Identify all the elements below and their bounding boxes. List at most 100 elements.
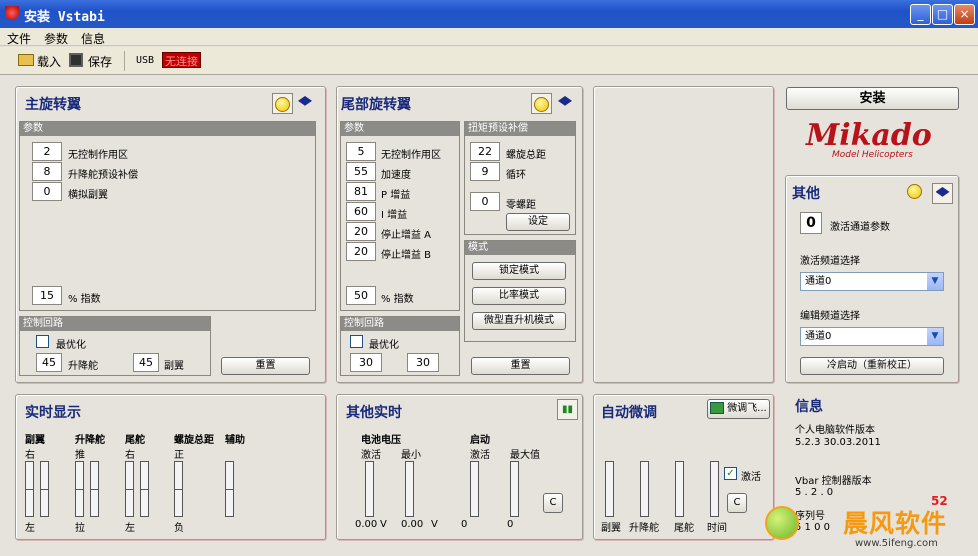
- tail-optimize-checkbox[interactable]: [350, 335, 363, 348]
- toolbar-divider: [124, 51, 125, 71]
- lock-mode-button[interactable]: 锁定模式: [472, 262, 566, 280]
- tail-param-3-value[interactable]: 60: [346, 202, 376, 221]
- startup-label: 启动: [470, 435, 490, 446]
- other-smiley-face: [907, 184, 922, 199]
- tail-smiley-button[interactable]: [531, 93, 552, 114]
- main-rotor-panel: 主旋转翼 参数 2 无控制作用区 8 升降舵预设补偿 0 横拟副翼 15 % 指…: [15, 86, 326, 383]
- other-graduation-button[interactable]: [932, 183, 953, 204]
- toolbar: 载入 保存 USB 无连接: [0, 47, 978, 75]
- pc-version-label: 个人电脑软件版本: [795, 425, 875, 436]
- rt-bar-elevator-1: [75, 461, 84, 517]
- at-label-3: 时间: [707, 523, 727, 534]
- menu-info[interactable]: 信息: [81, 30, 105, 47]
- orl-clear-button[interactable]: C: [543, 493, 563, 513]
- main-param-2-label: 横拟副翼: [68, 190, 108, 201]
- act-channel-select[interactable]: 通道0 ▼: [800, 272, 944, 291]
- tune-flight-button[interactable]: 微调飞...: [707, 399, 770, 419]
- main-reset-button[interactable]: 重置: [221, 357, 310, 375]
- rt-top-2: 右: [125, 450, 135, 461]
- rt-col-pitch: 螺旋总距: [174, 435, 214, 446]
- tail-params-group: 参数 5 无控制作用区 55 加速度 81 P 增益 60 I 增益 20 停止…: [340, 121, 460, 311]
- tail-param-1-value[interactable]: 55: [346, 162, 376, 181]
- rt-top-3: 正: [174, 450, 184, 461]
- main-expo-label: % 指数: [68, 294, 101, 305]
- menu-file[interactable]: 文件: [7, 30, 31, 47]
- rt-top-1: 推: [75, 450, 85, 461]
- main-optimize-checkbox[interactable]: [36, 335, 49, 348]
- info-title: 信息: [795, 399, 823, 415]
- tail-expo-value[interactable]: 50: [346, 286, 376, 305]
- rt-bottom-3: 负: [174, 523, 184, 534]
- orl-label-1: 最小: [401, 450, 421, 461]
- rt-bar-pitch: [174, 461, 183, 517]
- main-optimize-label: 最优化: [56, 340, 86, 351]
- menu-params[interactable]: 参数: [44, 30, 68, 47]
- rt-bottom-0: 左: [25, 523, 35, 534]
- main-rotor-title: 主旋转翼: [25, 97, 81, 113]
- autotune-activate-checkbox[interactable]: ✓: [724, 467, 737, 480]
- rate-mode-button[interactable]: 比率模式: [472, 287, 566, 305]
- watermark: 52 晨风软件 www.5ifeng.com: [765, 494, 977, 556]
- rt-col-aileron: 副翼: [25, 435, 45, 446]
- tail-param-5-value[interactable]: 20: [346, 242, 376, 261]
- torque-0-value[interactable]: 22: [470, 142, 500, 161]
- tail-reset-button[interactable]: 重置: [471, 357, 570, 375]
- rt-col-rudder: 尾舵: [125, 435, 145, 446]
- orl-label-3: 最大值: [510, 450, 540, 461]
- mikado-logo-subtext: Model Helicopters: [832, 150, 913, 160]
- install-button[interactable]: 安装: [786, 87, 959, 110]
- orl-value-3: 0: [507, 519, 514, 530]
- torque-setup-button[interactable]: 设定: [506, 213, 570, 231]
- orl-bar-3: [510, 461, 519, 517]
- chevron-down-icon[interactable]: ▼: [927, 273, 943, 290]
- tail-param-5-label: 停止增益 B: [381, 250, 432, 261]
- main-param-2-value[interactable]: 0: [32, 182, 62, 201]
- main-loop-header: 控制回路: [20, 317, 210, 331]
- tail-param-4-value[interactable]: 20: [346, 222, 376, 241]
- tail-loop-group: 控制回路 最优化 30 30: [340, 316, 460, 376]
- autotune-panel: 自动微调 微调飞... ✓ 激活 C 副翼 升降舵 尾舵 时间: [593, 394, 774, 540]
- mode-group: 模式 锁定模式 比率模式 微型直升机模式: [464, 240, 576, 342]
- tail-param-2-value[interactable]: 81: [346, 182, 376, 201]
- tail-loop-value-2[interactable]: 30: [407, 353, 439, 372]
- edit-channel-select[interactable]: 通道0 ▼: [800, 327, 944, 346]
- rt-bar-rudder-2: [140, 461, 149, 517]
- title-bar: 安装 Vstabi _ □ ×: [0, 0, 978, 28]
- maximize-button[interactable]: □: [932, 4, 953, 25]
- other-title: 其他: [792, 186, 820, 202]
- tail-params-header: 参数: [341, 122, 459, 136]
- chevron-down-icon[interactable]: ▼: [927, 328, 943, 345]
- main-param-0-value[interactable]: 2: [32, 142, 62, 161]
- menu-bar: 文件 参数 信息: [0, 28, 978, 46]
- rt-bottom-2: 左: [125, 523, 135, 534]
- load-button[interactable]: 载入: [37, 53, 61, 70]
- main-ail-value[interactable]: 45: [133, 353, 159, 372]
- graduation-cap-icon[interactable]: [298, 96, 312, 106]
- app-icon: [5, 6, 19, 20]
- tail-graduation-cap-icon[interactable]: [558, 96, 572, 106]
- save-button[interactable]: 保存: [88, 53, 112, 70]
- tail-param-0-value[interactable]: 5: [346, 142, 376, 161]
- other-realtime-panel: 其他实时 ▮▮ 电池电压 启动 激活 最小 激活 最大值 0.00 V 0.00…: [336, 394, 583, 540]
- rt-bar-aileron-1: [25, 461, 34, 517]
- torque-1-value[interactable]: 9: [470, 162, 500, 181]
- main-elev-value[interactable]: 45: [36, 353, 62, 372]
- torque-1-label: 循环: [506, 170, 526, 181]
- chart-button[interactable]: ▮▮: [557, 399, 578, 420]
- autotune-clear-button[interactable]: C: [727, 493, 747, 513]
- micro-heli-mode-button[interactable]: 微型直升机模式: [472, 312, 566, 330]
- minimize-button[interactable]: _: [910, 4, 931, 25]
- cold-start-button[interactable]: 冷启动（重新校正）: [800, 357, 944, 375]
- orl-unit-1: V: [431, 519, 438, 530]
- tail-loop-value-1[interactable]: 30: [350, 353, 382, 372]
- main-param-0-label: 无控制作用区: [68, 150, 128, 161]
- torque-2-label: 零螺距: [506, 200, 536, 211]
- rt-bar-aux: [225, 461, 234, 517]
- rt-col-elevator: 升降舵: [75, 435, 105, 446]
- close-button[interactable]: ×: [954, 4, 975, 25]
- other-smiley-icon[interactable]: [907, 184, 922, 199]
- main-expo-value[interactable]: 15: [32, 286, 62, 305]
- smiley-button[interactable]: [272, 93, 293, 114]
- main-param-1-value[interactable]: 8: [32, 162, 62, 181]
- torque-2-value[interactable]: 0: [470, 192, 500, 211]
